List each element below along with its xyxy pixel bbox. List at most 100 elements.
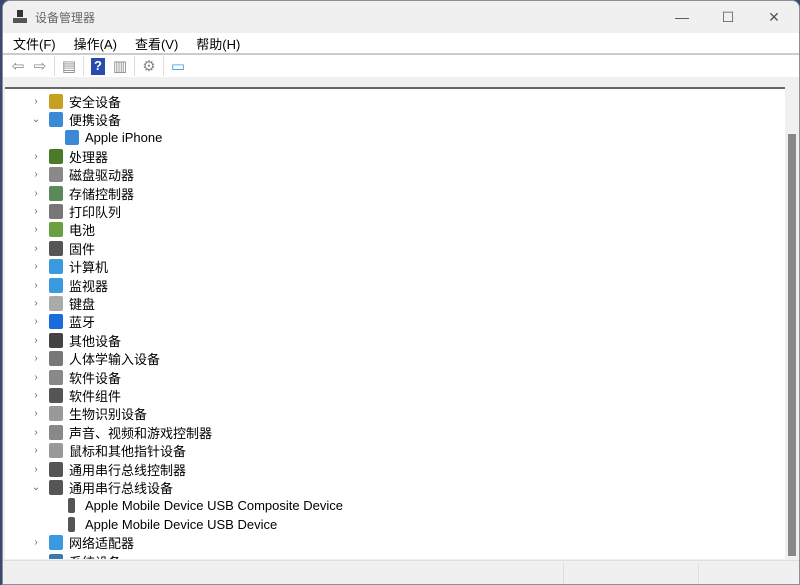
help-icon: ? (91, 57, 105, 75)
chevron-down-icon[interactable]: ⌄ (31, 482, 41, 493)
device-icon (49, 553, 63, 559)
device-category[interactable]: › 计算机 (31, 258, 108, 276)
device-category[interactable]: › 系统设备 (31, 552, 121, 559)
device-icon (68, 498, 75, 514)
device-category[interactable]: › 监视器 (31, 276, 108, 294)
device-manager-window: 设备管理器 — ☐ ✕ 文件(F) 操作(A) 查看(V) 帮助(H) ⇦ ⇨ ▤?… (2, 0, 800, 585)
device-category[interactable]: › 存储控制器 (31, 184, 134, 202)
properties-pane-button[interactable]: ▥ (109, 55, 131, 77)
device-label: 其他设备 (69, 333, 122, 349)
chevron-right-icon[interactable]: › (31, 151, 41, 162)
chevron-right-icon[interactable]: › (31, 335, 41, 346)
device-item[interactable]: Apple iPhone (65, 129, 162, 147)
vertical-scrollbar[interactable] (785, 89, 799, 559)
chevron-right-icon[interactable]: › (31, 408, 41, 419)
device-category[interactable]: › 安全设备 (31, 92, 121, 110)
device-category[interactable]: › 软件组件 (31, 386, 121, 404)
chevron-right-icon[interactable]: › (31, 169, 41, 180)
device-label: 通用串行总线设备 (69, 480, 174, 496)
device-category[interactable]: › 通用串行总线控制器 (31, 460, 186, 478)
device-category[interactable]: ⌄ 便携设备 (31, 110, 121, 128)
chevron-right-icon[interactable]: › (31, 316, 41, 327)
back-button[interactable]: ⇦ (7, 55, 29, 77)
device-icon (49, 424, 63, 440)
device-label: 计算机 (69, 260, 109, 276)
chevron-right-icon[interactable]: › (31, 445, 41, 456)
device-label: 软件组件 (69, 388, 122, 404)
chevron-right-icon[interactable]: › (31, 372, 41, 383)
device-item[interactable]: Apple Mobile Device USB Composite Device (65, 497, 343, 515)
menu-file[interactable]: 文件(F) (3, 34, 64, 53)
chevron-right-icon[interactable]: › (31, 427, 41, 438)
chevron-right-icon[interactable]: › (31, 206, 41, 217)
toolbar: ⇦ ⇨ ▤? ▥ ⚙ ▭ (3, 55, 799, 81)
menu-view[interactable]: 查看(V) (125, 34, 186, 53)
device-label: Apple Mobile Device USB Composite Device (85, 498, 343, 514)
device-icon (49, 148, 63, 164)
device-category[interactable]: › 固件 (31, 239, 95, 257)
toolbar-separator (163, 56, 164, 76)
device-icon (49, 387, 63, 403)
device-category[interactable]: › 生物识别设备 (31, 405, 147, 423)
chevron-down-icon[interactable]: ⌄ (31, 114, 41, 125)
chevron-right-icon[interactable]: › (31, 96, 41, 107)
chevron-right-icon[interactable]: › (31, 556, 41, 560)
device-label: 蓝牙 (69, 315, 96, 331)
device-icon (49, 314, 63, 330)
device-category[interactable]: › 声音、视频和游戏控制器 (31, 423, 212, 441)
device-label: 通用串行总线控制器 (69, 462, 187, 478)
device-category[interactable]: › 网络适配器 (31, 534, 134, 552)
device-label: 存储控制器 (69, 186, 135, 202)
scan-hardware-button[interactable]: ▭ (167, 55, 189, 77)
device-icon (49, 535, 63, 551)
device-icon (49, 240, 63, 256)
forward-button[interactable]: ⇨ (29, 55, 51, 77)
device-category[interactable]: ⌄ 通用串行总线设备 (31, 478, 173, 496)
forward-icon: ⇨ (33, 58, 47, 75)
device-label: 软件设备 (69, 370, 122, 386)
status-bar (3, 560, 799, 584)
chevron-right-icon[interactable]: › (31, 353, 41, 364)
chevron-right-icon[interactable]: › (31, 243, 41, 254)
chevron-right-icon[interactable]: › (31, 537, 41, 548)
update-driver-button[interactable]: ⚙ (138, 55, 160, 77)
device-icon (49, 461, 63, 477)
device-category[interactable]: › 其他设备 (31, 331, 121, 349)
close-button[interactable]: ✕ (751, 1, 797, 33)
device-category[interactable]: › 键盘 (31, 294, 95, 312)
device-category[interactable]: › 软件设备 (31, 368, 121, 386)
scrollbar-thumb[interactable] (788, 134, 796, 556)
device-category[interactable]: › 蓝牙 (31, 313, 95, 331)
show-hide-console-tree-button[interactable]: ▤ (58, 55, 80, 77)
menu-help[interactable]: 帮助(H) (186, 34, 248, 53)
device-category[interactable]: › 打印队列 (31, 202, 121, 220)
minimize-button[interactable]: — (659, 1, 705, 33)
chevron-right-icon[interactable]: › (31, 224, 41, 235)
device-label: Apple iPhone (85, 130, 163, 146)
device-category[interactable]: › 鼠标和其他指针设备 (31, 442, 186, 460)
help-button[interactable]: ? (87, 55, 109, 77)
device-icon (49, 277, 63, 293)
device-icon (49, 406, 63, 422)
chevron-right-icon[interactable]: › (31, 261, 41, 272)
device-label: 打印队列 (69, 204, 122, 220)
properties-pane-icon: ▥ (112, 58, 128, 75)
device-item[interactable]: Apple Mobile Device USB Device (65, 515, 277, 533)
device-icon (49, 295, 63, 311)
chevron-right-icon[interactable]: › (31, 390, 41, 401)
device-manager-icon (13, 10, 27, 24)
device-icon (65, 130, 79, 146)
chevron-right-icon[interactable]: › (31, 464, 41, 475)
chevron-right-icon[interactable]: › (31, 188, 41, 199)
maximize-button[interactable]: ☐ (705, 1, 751, 33)
device-category[interactable]: › 磁盘驱动器 (31, 166, 134, 184)
menu-action[interactable]: 操作(A) (64, 34, 125, 53)
device-label: 键盘 (69, 296, 96, 312)
device-category[interactable]: › 人体学输入设备 (31, 350, 160, 368)
chevron-right-icon[interactable]: › (31, 298, 41, 309)
device-category[interactable]: › 电池 (31, 221, 95, 239)
device-category[interactable]: › 处理器 (31, 147, 108, 165)
device-icon (49, 167, 63, 183)
device-label: Apple Mobile Device USB Device (85, 516, 278, 532)
chevron-right-icon[interactable]: › (31, 280, 41, 291)
